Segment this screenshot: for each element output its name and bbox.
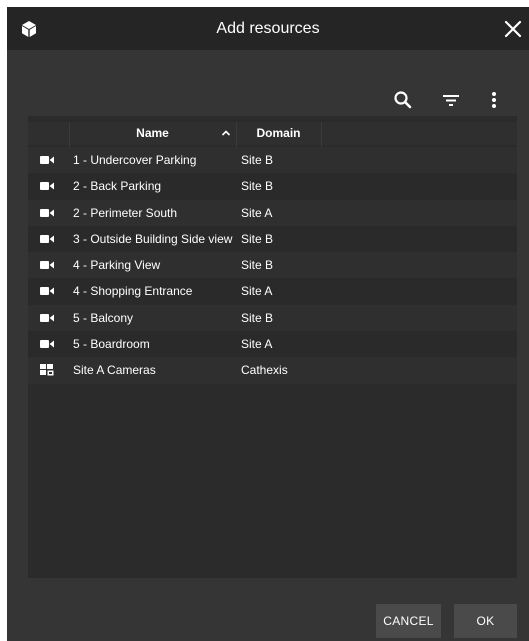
camera-icon	[40, 182, 54, 191]
camera-icon	[40, 208, 54, 217]
resource-domain: Site B	[241, 231, 274, 246]
resource-domain: Site B	[241, 153, 274, 167]
table-row[interactable]: 5 - Boardroom Site A	[28, 331, 517, 358]
cancel-button[interactable]: CANCEL	[376, 604, 441, 638]
table-row[interactable]: 2 - Perimeter South Site A	[28, 199, 517, 226]
camera-group-icon	[40, 364, 54, 377]
resource-name: 5 - Boardroom	[73, 337, 150, 352]
resource-domain: Site A	[241, 337, 273, 352]
search-icon[interactable]	[390, 87, 416, 113]
title-bar: Add resources	[7, 7, 529, 50]
resource-name: 5 - Balcony	[73, 310, 134, 325]
column-header-name[interactable]: Name	[69, 122, 236, 145]
resource-domain: Site A	[241, 284, 273, 299]
sort-ascending-icon[interactable]	[221, 129, 231, 137]
table-row[interactable]: 5 - Balcony Site B	[28, 304, 517, 332]
resource-name: 2 - Back Parking	[73, 179, 162, 194]
camera-icon	[40, 234, 54, 243]
resource-domain: Site A	[241, 205, 273, 220]
resource-domain: Site B	[241, 258, 274, 273]
column-header-domain[interactable]: Domain	[236, 122, 321, 145]
dialog-title: Add resources	[216, 20, 320, 37]
table-row[interactable]: 2 - Back Parking Site B	[28, 173, 517, 200]
camera-icon	[40, 340, 54, 349]
resource-domain: Cathexis	[241, 363, 288, 378]
resource-name: 4 - Shopping Entrance	[73, 284, 193, 299]
more-vertical-icon[interactable]	[481, 87, 507, 113]
camera-icon	[40, 287, 54, 296]
resource-name: 4 - Parking View	[73, 258, 161, 273]
camera-icon	[40, 156, 54, 164]
resource-domain: Site B	[241, 310, 274, 325]
add-resources-dialog: Add resources Name Domain 1 - Undercover…	[7, 7, 529, 641]
table-body: 1 - Undercover Parking Site B2 - Back Par…	[28, 147, 517, 384]
close-icon[interactable]	[501, 17, 525, 41]
table-row[interactable]: 1 - Undercover Parking Site B	[28, 147, 517, 174]
table-row[interactable]: Site A Cameras Cathexis	[28, 357, 517, 384]
table-row[interactable]: 3 - Outside Building Side view Site B	[28, 225, 517, 253]
resource-name: Site A Cameras	[73, 363, 156, 378]
resource-name: 1 - Undercover Parking	[73, 153, 197, 167]
table-row[interactable]: 4 - Parking View Site B	[28, 252, 517, 279]
ok-button[interactable]: OK	[454, 604, 517, 638]
resource-name: 3 - Outside Building Side view	[73, 231, 233, 246]
camera-icon	[40, 313, 54, 322]
resource-name: 2 - Perimeter South	[73, 205, 178, 220]
resource-domain: Site B	[241, 179, 274, 194]
table-header: Name Domain	[28, 122, 517, 145]
filter-icon[interactable]	[438, 87, 464, 113]
resources-table: Name Domain 1 - Undercover Parking Site B…	[28, 116, 517, 578]
table-row[interactable]: 4 - Shopping Entrance Site A	[28, 278, 517, 305]
camera-icon	[40, 261, 54, 270]
